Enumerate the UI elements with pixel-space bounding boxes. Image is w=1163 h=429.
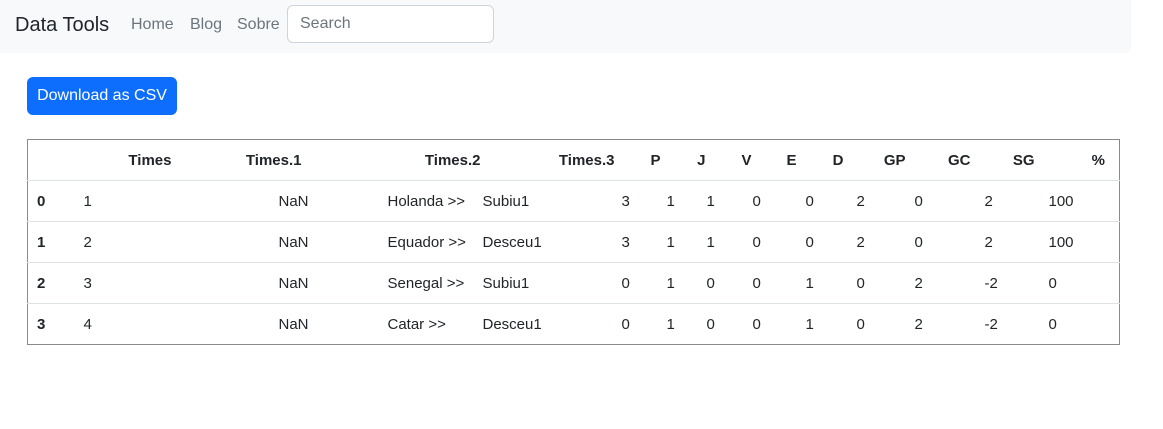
cell-j: 1	[666, 315, 675, 333]
cell-d: 0	[796, 221, 844, 263]
top-navbar: Data Tools Home Blog Sobre	[0, 0, 1131, 53]
cell-times: 2	[79, 221, 172, 263]
row-index: 2	[27, 262, 80, 304]
cell-times-2: Equador >>	[301, 221, 481, 263]
table-row: 3 4 NaN Catar >> Desceu1 0 1 0 0 1 0 2 -2 0	[28, 304, 1120, 345]
cell-times: 3	[79, 262, 172, 304]
table-row: 2 3 NaN Senegal >> Subiu1 0 1 0 0 1 0 2 -2 0	[27, 262, 1120, 304]
cell-times-1: NaN	[171, 262, 309, 304]
cell-times-3: Desceu1	[482, 315, 542, 333]
cell-percent: 0	[1048, 315, 1057, 333]
cell-sg: 2	[970, 221, 1035, 263]
column-header-times: Times	[79, 139, 172, 181]
cell-d: 1	[796, 262, 844, 304]
column-header-gp: GP	[843, 139, 906, 181]
cell-gp: 0	[856, 315, 865, 333]
cell-gc: 0	[905, 180, 971, 222]
cell-percent: 100	[1034, 221, 1120, 263]
column-header-times-1: Times.1	[171, 139, 302, 181]
nav-link-home[interactable]: Home	[131, 16, 174, 34]
data-table: Times Times.1 Times.2 Times.3 P J V E D …	[27, 139, 1120, 345]
cell-times-1: NaN	[278, 315, 309, 333]
navbar-brand[interactable]: Data Tools	[15, 14, 109, 37]
cell-times: 4	[83, 315, 92, 333]
cell-percent: 0	[1034, 262, 1120, 304]
row-index: 0	[27, 180, 80, 222]
search-input[interactable]	[287, 5, 494, 43]
cell-percent: 100	[1034, 180, 1120, 222]
column-header-percent: %	[1034, 139, 1120, 181]
cell-gc: 2	[914, 315, 923, 333]
cell-gc: 2	[905, 262, 971, 304]
cell-times-1: NaN	[171, 221, 309, 263]
column-header-sg: SG	[970, 139, 1035, 181]
column-header-j: J	[660, 139, 706, 181]
cell-sg: 2	[970, 180, 1035, 222]
cell-times-2: Catar >>	[387, 315, 446, 333]
cell-times-3: Subiu1	[480, 180, 615, 222]
cell-times-3: Desceu1	[480, 221, 615, 263]
cell-p: 0	[621, 315, 630, 333]
cell-times-1: NaN	[171, 180, 309, 222]
cell-times-2: Senegal >>	[301, 262, 481, 304]
cell-e: 0	[751, 180, 797, 222]
cell-p: 3	[614, 180, 661, 222]
cell-gp: 2	[843, 221, 906, 263]
column-header-times-2: Times.2	[301, 139, 481, 181]
cell-v: 0	[706, 315, 715, 333]
cell-sg: -2	[970, 262, 1035, 304]
column-header-gc: GC	[905, 139, 971, 181]
table-header-row: Times Times.1 Times.2 Times.3 P J V E D …	[27, 139, 1120, 181]
cell-j: 1	[660, 262, 706, 304]
column-header-p: P	[614, 139, 661, 181]
cell-p: 0	[614, 262, 661, 304]
cell-j: 1	[660, 221, 706, 263]
cell-gp: 0	[843, 262, 906, 304]
nav-link-blog[interactable]: Blog	[190, 16, 222, 34]
cell-e: 0	[752, 315, 761, 333]
cell-times: 1	[79, 180, 172, 222]
cell-times-2: Holanda >>	[301, 180, 481, 222]
column-header-times-3: Times.3	[480, 139, 615, 181]
cell-j: 1	[660, 180, 706, 222]
table-row: 1 2 NaN Equador >> Desceu1 3 1 1 0 0 2 0 2 100	[27, 221, 1120, 263]
cell-gp: 2	[843, 180, 906, 222]
table-row: 0 1 NaN Holanda >> Subiu1 3 1 1 0 0 2 0 2 100	[27, 180, 1120, 222]
download-csv-button[interactable]: Download as CSV	[27, 77, 177, 115]
cell-gc: 0	[905, 221, 971, 263]
cell-v: 0	[705, 262, 752, 304]
cell-e: 0	[751, 262, 797, 304]
nav-link-sobre[interactable]: Sobre	[237, 16, 280, 34]
cell-e: 0	[751, 221, 797, 263]
cell-sg: -2	[984, 315, 998, 333]
cell-p: 3	[614, 221, 661, 263]
cell-v: 1	[705, 180, 752, 222]
row-index: 3	[37, 315, 46, 333]
row-index: 1	[27, 221, 80, 263]
column-header-d: D	[796, 139, 844, 181]
cell-d: 0	[796, 180, 844, 222]
cell-times-3: Subiu1	[480, 262, 615, 304]
cell-v: 1	[705, 221, 752, 263]
column-header-index	[27, 139, 80, 181]
column-header-e: E	[751, 139, 797, 181]
cell-d: 1	[805, 315, 814, 333]
column-header-v: V	[705, 139, 752, 181]
